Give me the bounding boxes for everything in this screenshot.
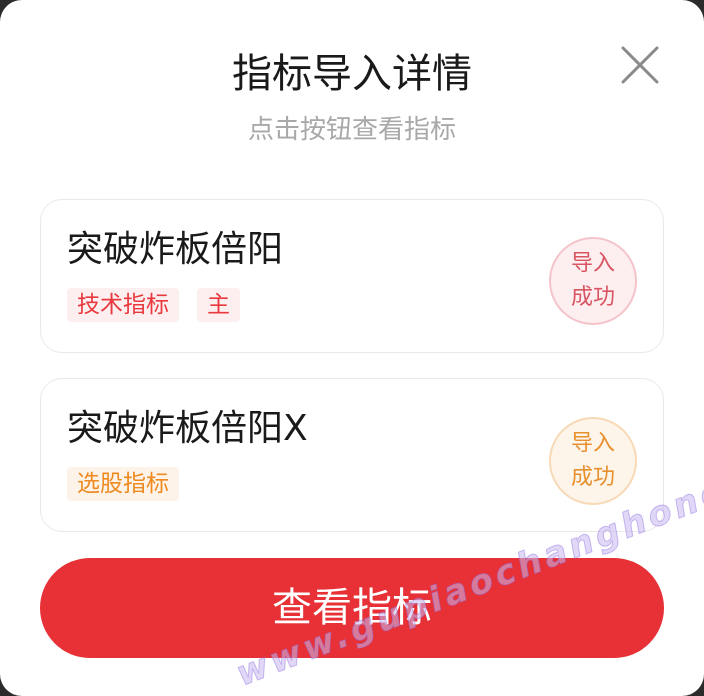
indicator-name: 突破炸板倍阳X — [67, 408, 308, 449]
main-chart-tag: 主 — [197, 288, 240, 322]
indicator-tags: 选股指标 — [67, 467, 179, 501]
stamp-line-1: 导入 — [570, 251, 615, 276]
dialog-subtitle: 点击按钮查看指标 — [247, 115, 456, 145]
stamp-line-2: 成功 — [570, 285, 615, 310]
indicator-card: 突破炸板倍阳X 选股指标 导入 成功 — [40, 378, 664, 532]
stamp-line-1: 导入 — [570, 431, 615, 456]
import-detail-dialog: 指标导入详情 点击按钮查看指标 突破炸板倍阳 技术指标 主 导入 成功 突破炸板… — [0, 0, 704, 696]
indicator-name: 突破炸板倍阳 — [67, 229, 284, 270]
view-indicators-button[interactable]: 查看指标 — [40, 558, 664, 658]
import-success-stamp: 导入 成功 — [549, 237, 637, 325]
indicator-type-tag: 选股指标 — [67, 467, 179, 501]
indicator-card: 突破炸板倍阳 技术指标 主 导入 成功 — [40, 199, 664, 353]
dialog-title: 指标导入详情 — [232, 51, 472, 97]
stamp-line-2: 成功 — [570, 465, 615, 490]
indicator-tags: 技术指标 主 — [67, 288, 240, 322]
indicator-type-tag: 技术指标 — [67, 288, 179, 322]
import-success-stamp: 导入 成功 — [549, 417, 637, 505]
